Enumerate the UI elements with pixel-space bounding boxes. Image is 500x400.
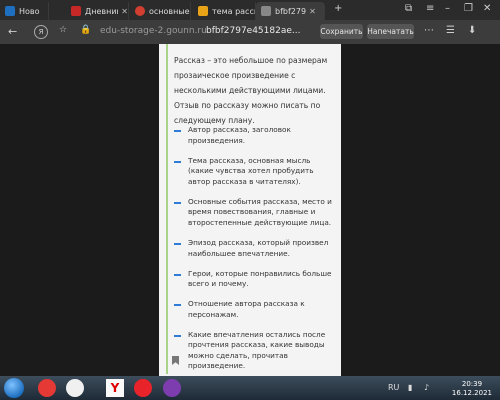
- new-tab-icon[interactable]: +: [334, 3, 342, 14]
- tab-news[interactable]: Ново: [0, 2, 49, 20]
- list-item: Тема рассказа, основная мысль (какие чув…: [174, 156, 336, 188]
- page-margin-line: [166, 44, 168, 374]
- tab-label: основные: [149, 6, 190, 16]
- viewer-area: Рассказ – это небольшое по размерам проз…: [0, 44, 500, 376]
- tab-favicon-icon: [71, 6, 81, 16]
- document-page: Рассказ – это небольшое по размерам проз…: [159, 44, 341, 376]
- browser-tab-bar: Ново Дневник ✕ основные тема расск bfbf2…: [0, 0, 500, 20]
- network-icon[interactable]: ▮: [408, 383, 412, 392]
- clock-date: 16.12.2021: [451, 389, 492, 397]
- tab-close-icon[interactable]: ✕: [309, 7, 316, 16]
- clock-time: 20:39: [461, 380, 483, 388]
- system-clock[interactable]: 20:39 16.12.2021: [452, 380, 492, 398]
- print-button[interactable]: Напечатать: [367, 24, 414, 39]
- plan-list: Автор рассказа, заголовок произведения. …: [174, 125, 336, 376]
- tab-story-topic[interactable]: тема расск: [193, 2, 256, 20]
- tabs-overview-icon[interactable]: ⧉: [405, 3, 412, 14]
- bullet-dash-icon: [174, 334, 181, 337]
- list-item: Автор рассказа, заголовок произведения.: [174, 125, 336, 146]
- menu-icon[interactable]: ≡: [426, 3, 434, 14]
- yandex-browser-icon[interactable]: [38, 379, 56, 397]
- volume-icon[interactable]: ♪: [424, 383, 429, 392]
- list-item: Основные события рассказа, место и время…: [174, 197, 336, 229]
- download-icon[interactable]: ⬇: [468, 25, 476, 36]
- bullet-dash-icon: [174, 273, 181, 276]
- yandex-logo-icon[interactable]: Я: [34, 25, 48, 39]
- bookmarks-icon[interactable]: ☰: [446, 25, 455, 36]
- tab-favicon-icon: [198, 6, 208, 16]
- tab-favicon-icon: [135, 6, 145, 16]
- close-window-icon[interactable]: ✕: [483, 3, 491, 14]
- document-icon: [261, 6, 271, 16]
- save-button[interactable]: Сохранить: [320, 24, 363, 39]
- windows-taskbar: Y RU ▮ ♪ 20:39 16.12.2021: [0, 376, 500, 400]
- list-item: Отношение автора рассказа к персонажам.: [174, 299, 336, 320]
- media-player-icon[interactable]: [66, 379, 84, 397]
- tab-active-document[interactable]: bfbf279 ✕: [256, 2, 325, 20]
- opera-icon[interactable]: [134, 379, 152, 397]
- bullet-dash-icon: [174, 304, 181, 307]
- bullet-dash-icon: [174, 242, 181, 245]
- bullet-dash-icon: [174, 160, 181, 163]
- list-item: Эпизод рассказа, который произвел наибол…: [174, 238, 336, 259]
- tab-label: тема расск: [212, 6, 255, 16]
- tray-lang[interactable]: RU: [388, 383, 399, 392]
- tab-label: Дневник: [85, 6, 119, 16]
- list-item: Герои, которые понравились больше всего …: [174, 269, 336, 290]
- intro-paragraph: Рассказ – это небольшое по размерам проз…: [174, 56, 328, 125]
- url-page-title[interactable]: bfbf2797e45182ae...: [206, 26, 300, 36]
- start-button[interactable]: [4, 378, 24, 398]
- yandex-icon[interactable]: Y: [106, 379, 124, 397]
- viber-icon[interactable]: [163, 379, 181, 397]
- list-item: Какие впечатления остались после прочтен…: [174, 330, 336, 372]
- maximize-icon[interactable]: ❐: [464, 3, 473, 14]
- tab-diary[interactable]: Дневник ✕: [66, 2, 129, 20]
- tab-close-icon[interactable]: ✕: [121, 7, 128, 16]
- star-icon[interactable]: ☆: [59, 25, 67, 35]
- tab-favicon-icon: [5, 6, 15, 16]
- bullet-dash-icon: [174, 130, 181, 132]
- more-icon[interactable]: ⋯: [424, 25, 434, 36]
- minimize-icon[interactable]: –: [445, 3, 450, 14]
- url-domain[interactable]: edu-storage-2.gounn.ru: [100, 26, 207, 36]
- tab-label: Ново: [19, 6, 40, 16]
- lock-icon: 🔒: [80, 25, 92, 35]
- tab-main[interactable]: основные: [130, 2, 191, 20]
- tab-label: bfbf279: [275, 6, 307, 16]
- back-arrow-icon[interactable]: ←: [8, 25, 17, 38]
- bullet-dash-icon: [174, 201, 181, 204]
- address-bar: ← Я ☆ 🔒 edu-storage-2.gounn.ru bfbf2797e…: [0, 20, 500, 44]
